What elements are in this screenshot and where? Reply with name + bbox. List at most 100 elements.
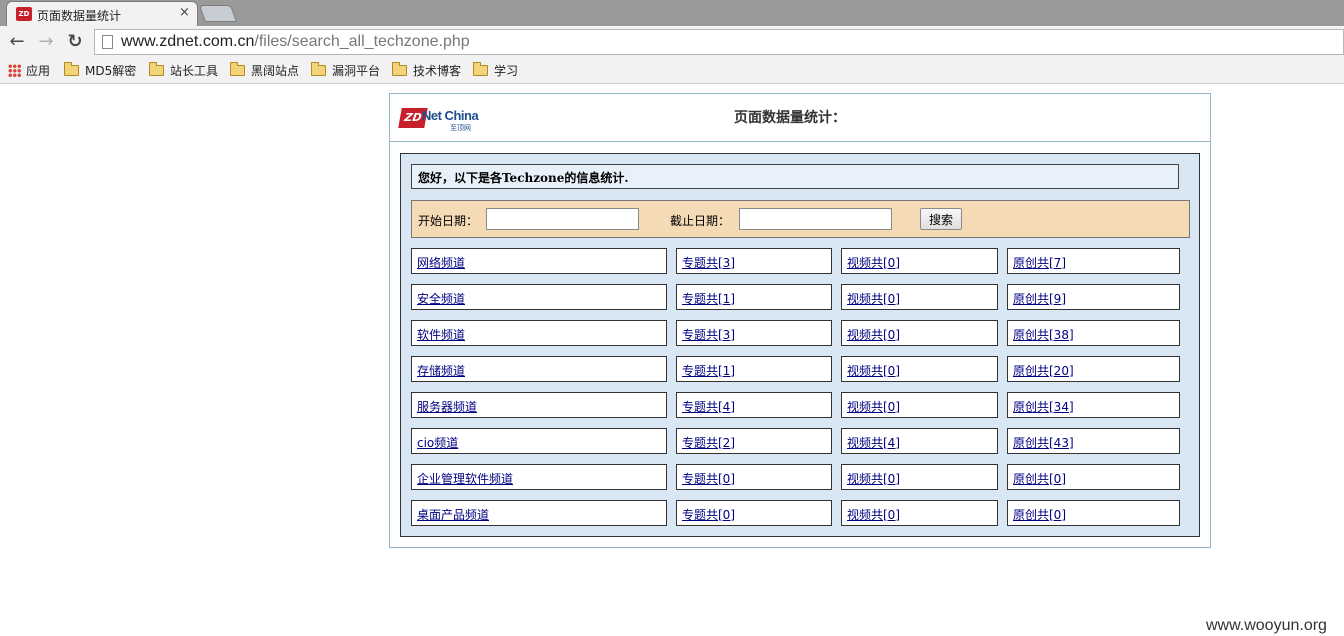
folder-icon — [230, 62, 245, 76]
bookmark-webmaster-tools[interactable]: 站长工具 — [149, 61, 218, 81]
folder-icon — [473, 62, 488, 76]
channel-link[interactable]: 服务器频道 — [417, 398, 477, 415]
videos-count-link[interactable]: 视频共[0] — [847, 362, 900, 379]
videos-count-link[interactable]: 视频共[0] — [847, 470, 900, 487]
zdnet-favicon-icon: ZD — [16, 7, 32, 21]
table-cell: 专题共[0] — [676, 500, 832, 526]
videos-count-link[interactable]: 视频共[0] — [847, 506, 900, 523]
originals-count-link[interactable]: 原创共[38] — [1013, 326, 1074, 343]
topics-count-link[interactable]: 专题共[3] — [682, 254, 735, 271]
table-cell: 专题共[2] — [676, 428, 832, 454]
originals-count-link[interactable]: 原创共[9] — [1013, 290, 1066, 307]
originals-count-link[interactable]: 原创共[0] — [1013, 506, 1066, 523]
videos-count-link[interactable]: 视频共[4] — [847, 434, 900, 451]
channel-link[interactable]: 桌面产品频道 — [417, 506, 489, 523]
originals-count-link[interactable]: 原创共[43] — [1013, 434, 1074, 451]
originals-count-link[interactable]: 原创共[7] — [1013, 254, 1066, 271]
tab-title: 页面数据量统计 — [37, 9, 122, 23]
folder-icon — [392, 62, 407, 76]
topics-count-link[interactable]: 专题共[1] — [682, 362, 735, 379]
videos-count-link[interactable]: 视频共[0] — [847, 254, 900, 271]
bookmark-label: 学习 — [494, 64, 519, 78]
table-cell: 视频共[0] — [841, 356, 998, 382]
videos-count-link[interactable]: 视频共[0] — [847, 326, 900, 343]
table-cell: 视频共[0] — [841, 320, 998, 346]
videos-count-link[interactable]: 视频共[0] — [847, 398, 900, 415]
channel-link[interactable]: 存储频道 — [417, 362, 465, 379]
browser-toolbar: ← → ↻ www.zdnet.com.cn/files/search_all_… — [0, 26, 1344, 58]
page-title: 页面数据量统计： — [734, 110, 846, 126]
bookmark-label: 黑阔站点 — [251, 64, 300, 78]
stats-panel: 您好，以下是各Techzone的信息统计. 开始日期： 截止日期： 搜索 网络频… — [400, 153, 1200, 537]
url-text[interactable]: www.zdnet.com.cn/files/search_all_techzo… — [121, 33, 470, 51]
start-date-input[interactable] — [486, 208, 639, 230]
channel-link[interactable]: 软件频道 — [417, 326, 465, 343]
table-cell: 软件频道 — [411, 320, 667, 346]
end-date-input[interactable] — [739, 208, 892, 230]
bookmark-tech-blogs[interactable]: 技术博客 — [392, 61, 461, 81]
table-cell: 企业管理软件频道 — [411, 464, 667, 490]
table-cell: 存储频道 — [411, 356, 667, 382]
table-cell: 服务器频道 — [411, 392, 667, 418]
new-tab-button[interactable] — [198, 5, 238, 22]
logo-name: Net China — [422, 108, 479, 123]
channel-link[interactable]: cio频道 — [417, 434, 458, 451]
table-cell: 视频共[0] — [841, 392, 998, 418]
bookmark-label: 技术博客 — [413, 64, 462, 78]
table-cell: 专题共[1] — [676, 356, 832, 382]
table-cell: 专题共[1] — [676, 284, 832, 310]
close-icon[interactable]: × — [179, 6, 190, 20]
greeting-box: 您好，以下是各Techzone的信息统计. — [411, 164, 1179, 189]
table-cell: 视频共[0] — [841, 248, 998, 274]
topics-count-link[interactable]: 专题共[3] — [682, 326, 735, 343]
bookmark-apps[interactable]: 应用 — [8, 61, 50, 81]
bookmark-label: 漏洞平台 — [332, 64, 381, 78]
page-icon — [102, 35, 113, 49]
bookmark-md5[interactable]: MD5解密 — [64, 61, 136, 81]
bookmarks-bar: 应用 MD5解密 站长工具 黑阔站点 漏洞平台 技术博客 学习 — [0, 58, 1344, 84]
address-bar[interactable]: www.zdnet.com.cn/files/search_all_techzo… — [94, 29, 1344, 55]
bookmark-study[interactable]: 学习 — [473, 61, 518, 81]
bookmark-vuln-platforms[interactable]: 漏洞平台 — [311, 61, 380, 81]
videos-count-link[interactable]: 视频共[0] — [847, 290, 900, 307]
topics-count-link[interactable]: 专题共[2] — [682, 434, 735, 451]
table-cell: 原创共[0] — [1007, 464, 1180, 490]
url-host: www.zdnet.com.cn — [121, 33, 255, 50]
search-button[interactable]: 搜索 — [920, 208, 962, 230]
folder-icon — [64, 62, 79, 76]
watermark: www.wooyun.org — [1206, 617, 1327, 634]
channel-link[interactable]: 企业管理软件频道 — [417, 470, 513, 487]
table-cell: 桌面产品频道 — [411, 500, 667, 526]
folder-icon — [311, 62, 326, 76]
table-cell: 原创共[20] — [1007, 356, 1180, 382]
table-cell: 原创共[7] — [1007, 248, 1180, 274]
start-date-label: 开始日期： — [418, 214, 479, 228]
originals-count-link[interactable]: 原创共[20] — [1013, 362, 1074, 379]
end-date-label: 截止日期： — [670, 214, 731, 228]
tab-strip: ZD 页面数据量统计 × — [0, 0, 1344, 26]
topics-count-link[interactable]: 专题共[0] — [682, 506, 735, 523]
reload-icon[interactable]: ↻ — [64, 31, 86, 53]
table-cell: 原创共[38] — [1007, 320, 1180, 346]
originals-count-link[interactable]: 原创共[34] — [1013, 398, 1074, 415]
channel-link[interactable]: 安全频道 — [417, 290, 465, 307]
bookmark-hacker-sites[interactable]: 黑阔站点 — [230, 61, 299, 81]
table-cell: 原创共[34] — [1007, 392, 1180, 418]
table-cell: 视频共[0] — [841, 500, 998, 526]
back-arrow-icon[interactable]: ← — [6, 31, 28, 53]
stats-container: ZD Net China 至顶网 页面数据量统计： 您好，以下是各Techzon… — [389, 93, 1211, 548]
topics-count-link[interactable]: 专题共[4] — [682, 398, 735, 415]
channel-link[interactable]: 网络频道 — [417, 254, 465, 271]
table-cell: 视频共[4] — [841, 428, 998, 454]
topics-count-link[interactable]: 专题共[0] — [682, 470, 735, 487]
zdnet-logo[interactable]: ZD Net China 至顶网 — [398, 107, 480, 132]
forward-arrow-icon[interactable]: → — [35, 31, 57, 53]
originals-count-link[interactable]: 原创共[0] — [1013, 470, 1066, 487]
logo-subtitle: 至顶网 — [450, 124, 471, 132]
bookmark-label: 应用 — [26, 64, 51, 78]
tab-active[interactable]: ZD 页面数据量统计 × — [6, 1, 198, 26]
apps-grid-icon — [8, 64, 21, 77]
bookmark-label: 站长工具 — [170, 64, 219, 78]
table-cell: 视频共[0] — [841, 464, 998, 490]
topics-count-link[interactable]: 专题共[1] — [682, 290, 735, 307]
